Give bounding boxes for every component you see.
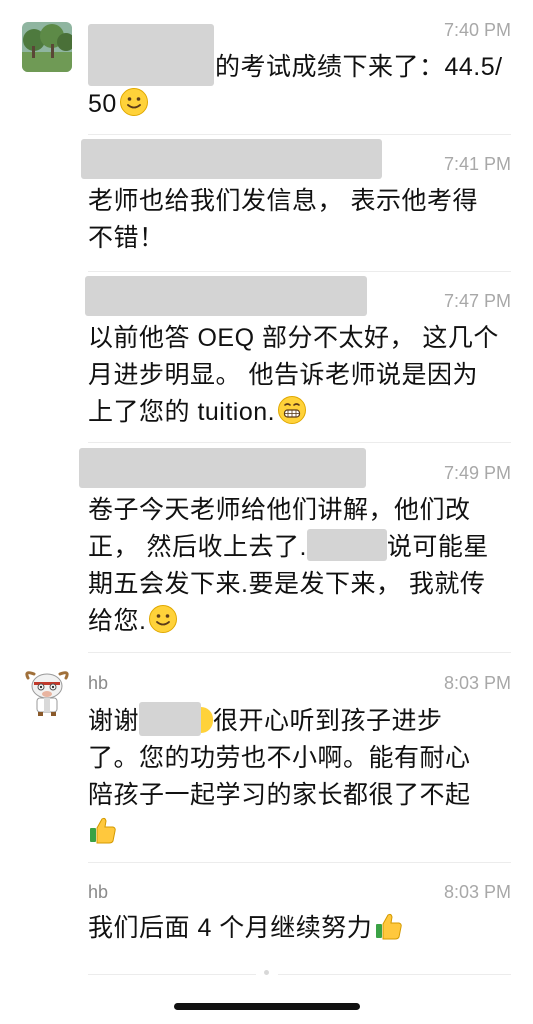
redacted-sender-name (81, 139, 382, 179)
redacted-sender-name (79, 448, 366, 488)
message-line: 了。您的功劳也不小啊。能有耐心 (88, 744, 471, 772)
thumbs-up-emoji-icon (376, 913, 403, 940)
message-time: 7:47 PM (443, 291, 511, 311)
message-line: 陪孩子一起学习的家长都很了不起 (88, 781, 471, 809)
message-divider (88, 862, 511, 863)
message-text[interactable]: 卷子今天老师给他们讲解，他们改 正， 然后收上去了. 说可能星 期五会发下来.要是… (88, 492, 518, 640)
avatar[interactable] (22, 668, 72, 718)
message-line: 谢谢 很开心听到孩子进步 (88, 702, 518, 740)
smile-emoji-icon (149, 605, 178, 633)
message-line: 上了您的 tuition. (88, 394, 518, 431)
message-text[interactable]: 老师也给我们发信息， 表示他考得 不错！ (88, 183, 518, 257)
message-line: 期五会发下来.要是发下来， 我就传 (88, 570, 486, 598)
thumbs-up-emoji-icon (90, 817, 116, 844)
tree-photo-avatar-image (22, 22, 72, 72)
partial-smile-emoji-icon (201, 707, 214, 733)
message-text[interactable]: 以前他答 OEQ 部分不太好， 这几个 月进步明显。 他告诉老师说是因为 上了您… (88, 320, 518, 431)
smile-emoji-icon (119, 88, 148, 116)
message-text[interactable]: 我们后面 4 个月继续努力 (88, 910, 518, 947)
message-line: 正， 然后收上去了. 说可能星 (88, 529, 518, 566)
redacted-name (139, 702, 202, 736)
message-line: 不错！ (88, 224, 165, 252)
message-time: 8:03 PM (443, 882, 511, 902)
message-line: 给您. (88, 603, 518, 640)
message-line (88, 814, 518, 851)
message-divider (88, 652, 511, 653)
home-indicator[interactable] (174, 1003, 360, 1010)
message-line: 卷子今天老师给他们讲解，他们改 (88, 496, 471, 524)
redacted-name (306, 529, 387, 561)
message-time: 7:41 PM (443, 154, 511, 174)
message-time: 8:03 PM (443, 673, 511, 693)
redacted-sender-name (85, 276, 367, 316)
sender-name: hb (88, 882, 109, 902)
sender-name: hb (88, 673, 109, 693)
bottom-divider-dot (264, 970, 269, 975)
message-line: 月进步明显。 他告诉老师说是因为 (88, 361, 478, 389)
message-text[interactable]: 谢谢 很开心听到孩子进步 了。您的功劳也不小啊。能有耐心 陪孩子一起学习的家长都很… (88, 702, 518, 851)
bottom-divider-right (278, 974, 511, 975)
message-divider (88, 442, 511, 443)
message-divider (88, 134, 511, 135)
grin-emoji-icon (278, 396, 307, 424)
message-text[interactable]: 的考试成绩下来了：44.5/ 50 (88, 49, 518, 123)
message-time: 7:49 PM (443, 463, 511, 483)
bottom-divider-left (88, 974, 256, 975)
goat-cartoon-avatar-image (22, 668, 72, 718)
message-line: 50 (88, 86, 518, 123)
message-divider (88, 271, 511, 272)
message-time: 7:40 PM (443, 20, 511, 40)
avatar[interactable] (22, 22, 72, 72)
message-line: 以前他答 OEQ 部分不太好， 这几个 (88, 324, 499, 352)
message-line: 老师也给我们发信息， 表示他考得 (88, 187, 478, 215)
message-line: 的考试成绩下来了：44.5/ (215, 53, 503, 81)
message-line: 我们后面 4 个月继续努力 (88, 910, 518, 947)
